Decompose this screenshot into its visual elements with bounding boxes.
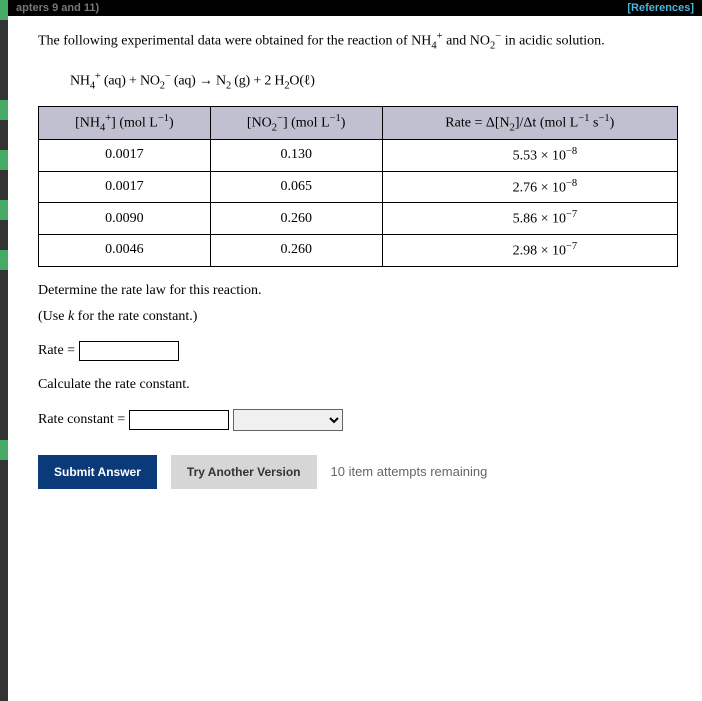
table-row: 0.0090 0.260 5.86 × 10−7	[39, 203, 678, 235]
cell-no2: 0.260	[210, 234, 382, 266]
intro-sub1: 4	[431, 40, 436, 51]
submit-answer-button[interactable]: Submit Answer	[38, 455, 157, 489]
table-header-rate: Rate = Δ[N2]/Δt (mol L−1 s−1)	[382, 106, 677, 139]
button-row: Submit Answer Try Another Version 10 ite…	[38, 455, 684, 489]
attempts-remaining: 10 item attempts remaining	[331, 464, 488, 479]
cell-rate: 2.76 × 10−8	[382, 171, 677, 203]
sidebar-highlight	[0, 440, 8, 460]
table-row: 0.0017 0.130 5.53 × 10−8	[39, 140, 678, 172]
intro-text: The following experimental data were obt…	[38, 30, 684, 53]
rate-label: Rate =	[38, 343, 75, 359]
prompt-use-k: (Use k for the rate constant.)	[38, 309, 684, 325]
cell-rate: 5.86 × 10−7	[382, 203, 677, 235]
cell-no2: 0.065	[210, 171, 382, 203]
sidebar-highlight	[0, 250, 8, 270]
table-header-no2: [NO2−] (mol L−1)	[210, 106, 382, 139]
prompt-rate-constant: Calculate the rate constant.	[38, 377, 684, 393]
intro-post: in acidic solution.	[501, 34, 604, 49]
prompt-rate-law: Determine the rate law for this reaction…	[38, 283, 684, 299]
cell-nh4: 0.0046	[39, 234, 211, 266]
sidebar-highlight	[0, 0, 8, 20]
rate-constant-input[interactable]	[129, 410, 229, 430]
reaction-equation: NH4+ (aq) + NO2− (aq) → N2 (g) + 2 H2O(ℓ…	[38, 65, 684, 105]
header-bar: apters 9 and 11) [References]	[8, 0, 702, 16]
rate-input[interactable]	[79, 341, 179, 361]
header-left-text: apters 9 and 11)	[16, 2, 99, 14]
problem-content: The following experimental data were obt…	[20, 16, 702, 521]
sidebar-highlight	[0, 150, 8, 170]
cell-rate: 5.53 × 10−8	[382, 140, 677, 172]
cell-rate: 2.98 × 10−7	[382, 234, 677, 266]
try-another-version-button[interactable]: Try Another Version	[171, 455, 317, 489]
data-table: [NH4+] (mol L−1) [NO2−] (mol L−1) Rate =…	[38, 106, 678, 267]
intro-mid: and NO	[443, 34, 490, 49]
intro-pre: The following experimental data were obt…	[38, 34, 431, 49]
rate-answer-row: Rate =	[38, 341, 684, 361]
cell-nh4: 0.0017	[39, 140, 211, 172]
sidebar-highlight	[0, 100, 8, 120]
cell-no2: 0.260	[210, 203, 382, 235]
rate-constant-units-select[interactable]	[233, 409, 343, 431]
intro-sub2: 2	[490, 40, 495, 51]
cell-nh4: 0.0017	[39, 171, 211, 203]
table-row: 0.0017 0.065 2.76 × 10−8	[39, 171, 678, 203]
rate-constant-label: Rate constant =	[38, 412, 125, 428]
references-link[interactable]: [References]	[627, 2, 694, 14]
rate-constant-row: Rate constant =	[38, 409, 684, 431]
table-row: 0.0046 0.260 2.98 × 10−7	[39, 234, 678, 266]
sidebar-highlight	[0, 200, 8, 220]
cell-nh4: 0.0090	[39, 203, 211, 235]
table-header-nh4: [NH4+] (mol L−1)	[39, 106, 211, 139]
cell-no2: 0.130	[210, 140, 382, 172]
sidebar	[0, 0, 8, 701]
